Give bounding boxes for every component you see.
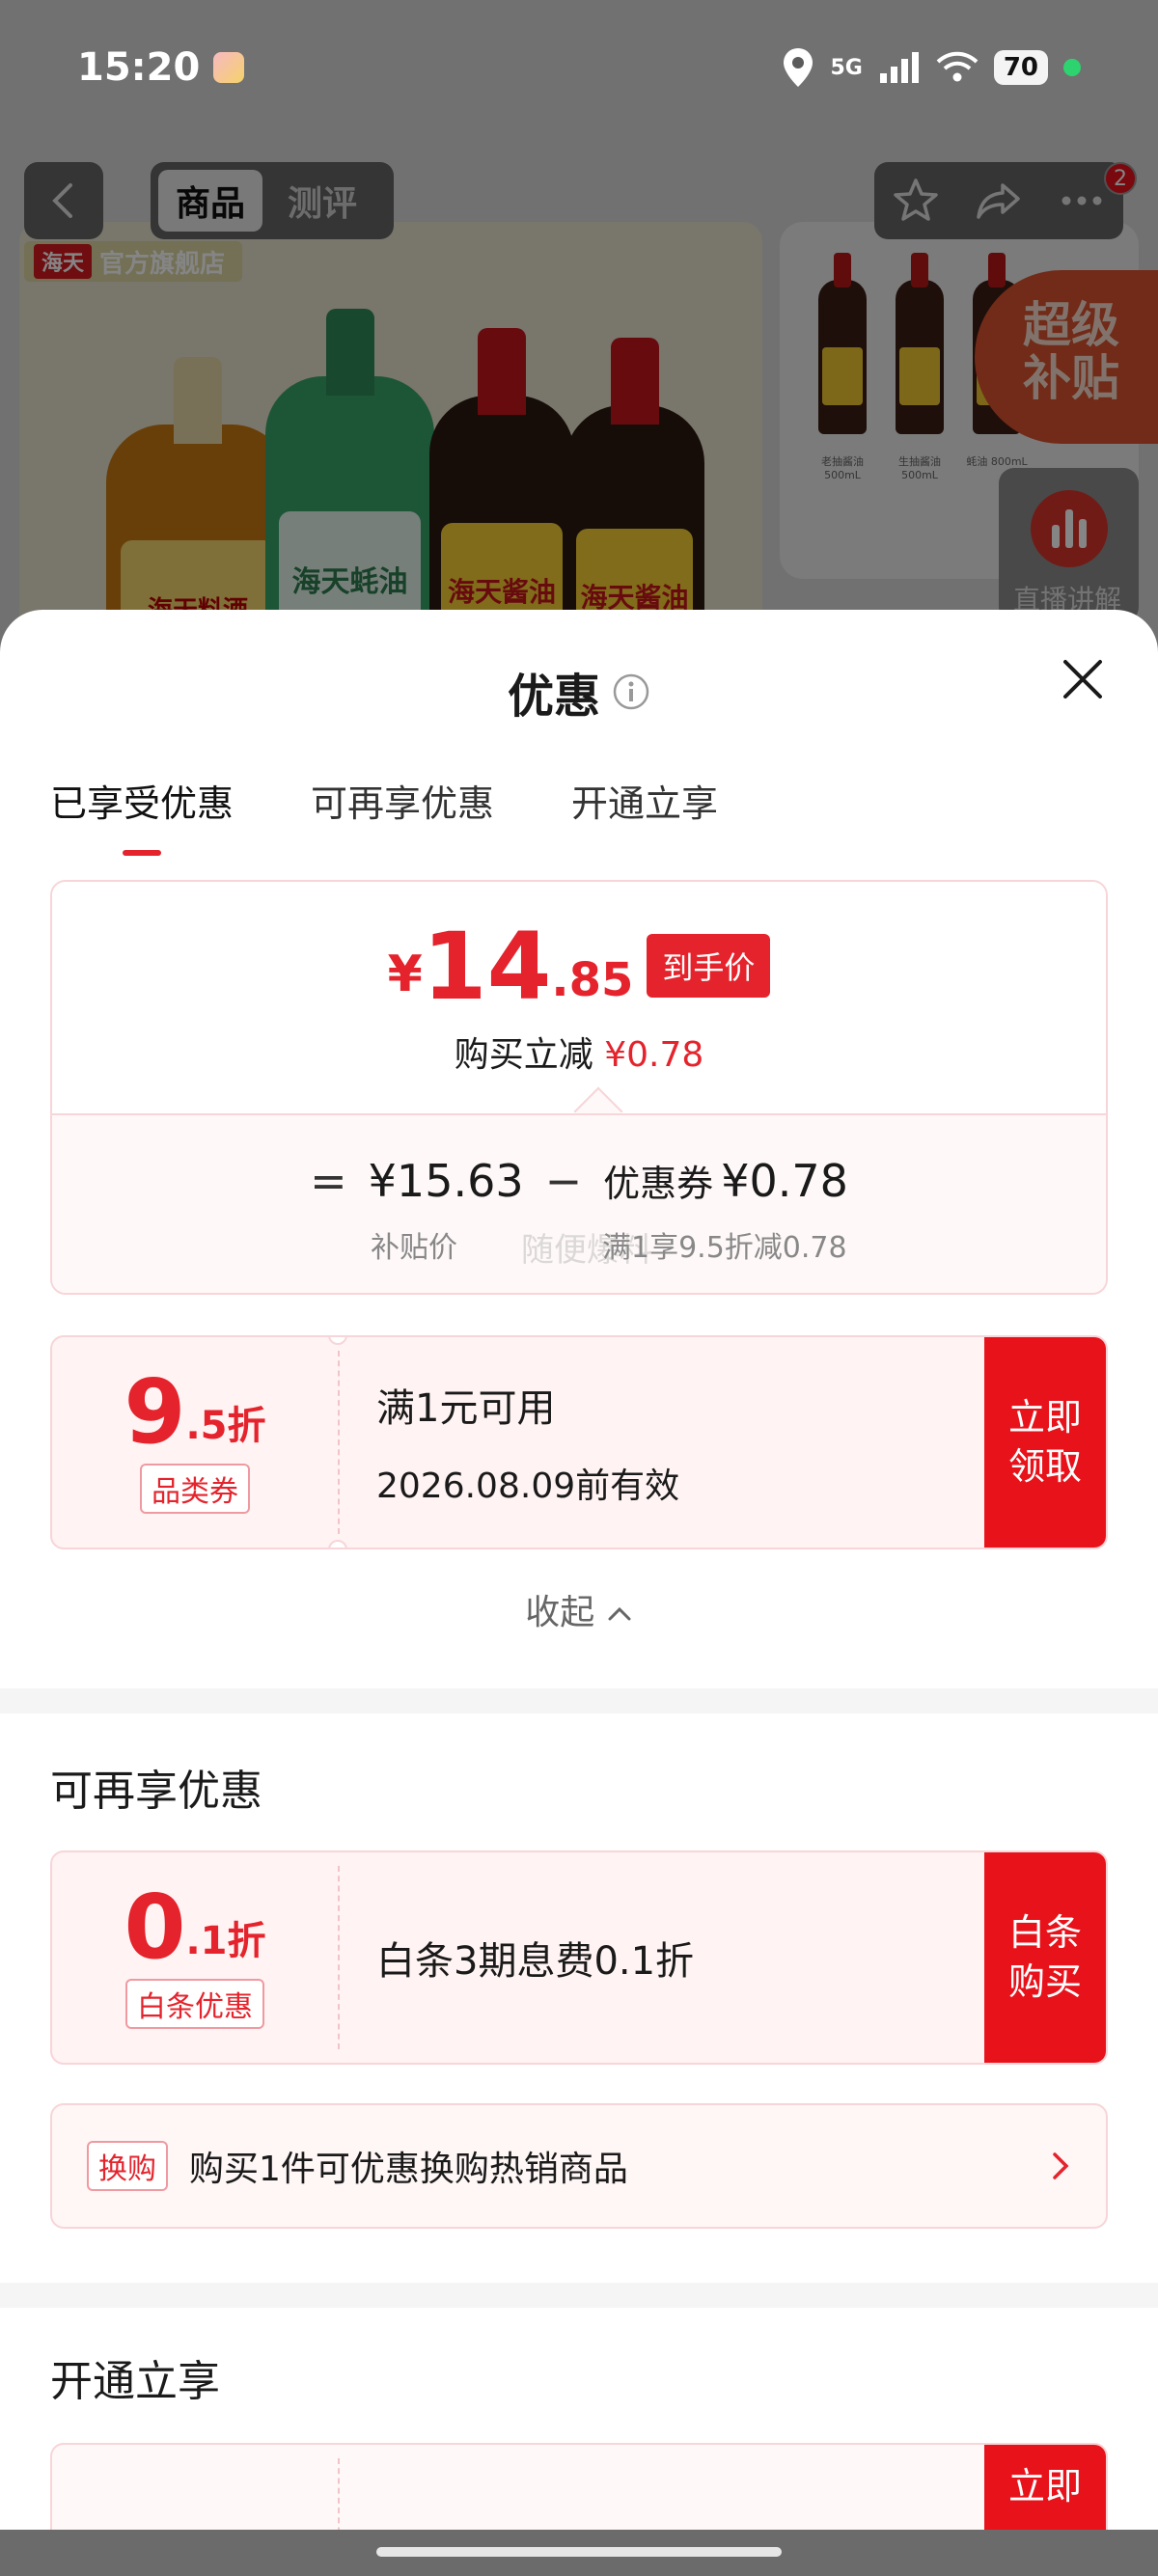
price-formula: = ¥15.63 − 优惠券 ¥0.78 xyxy=(310,1154,848,1207)
app-notification-icon xyxy=(213,52,245,83)
base-price-caption: 补贴价 xyxy=(371,1231,457,1265)
coupon-discount: 9 .5折 xyxy=(124,1360,266,1464)
coupon-type-tag: 白条优惠 xyxy=(125,1979,264,2029)
discount-tabs: 已享受优惠 可再享优惠 开通立享 xyxy=(50,774,718,827)
status-bar: 15:20 5G 70 xyxy=(0,0,1158,135)
tab-more-discounts[interactable]: 可再享优惠 xyxy=(311,774,494,827)
baitiao-buy-button[interactable]: 白条购买 xyxy=(984,1852,1106,2063)
final-price-tag: 到手价 xyxy=(647,934,771,998)
cell-signal-icon xyxy=(879,52,919,83)
status-time: 15:20 xyxy=(77,45,201,90)
discount-sheet: 优惠 已享受优惠 可再享优惠 开通立享 ¥ 14 .85 到手价 购买立减 ¥0… xyxy=(0,610,1158,2530)
chevron-up-icon xyxy=(608,1606,631,1621)
product-page-background: 海天料酒 海天蚝油 海天酱油 海天酱油 海天 官方旗舰店 老抽酱油 500mL … xyxy=(0,0,1158,675)
wifi-icon xyxy=(936,51,979,82)
exchange-offer-row[interactable]: 换购 购买1件可优惠换购热销商品 xyxy=(50,2103,1108,2229)
tab-enjoyed[interactable]: 已享受优惠 xyxy=(50,774,234,827)
claim-coupon-button[interactable]: 立即领取 xyxy=(984,1337,1106,1548)
home-indicator[interactable] xyxy=(376,2547,782,2557)
sheet-title: 优惠 xyxy=(507,670,600,724)
chevron-right-icon xyxy=(1053,2152,1069,2179)
battery-level: 70 xyxy=(993,50,1048,85)
coupon-discount: 0 .1折 xyxy=(124,1876,266,1979)
coupon-caption: 满1享9.5折减0.78 xyxy=(602,1231,847,1265)
collapse-button[interactable]: 收起 xyxy=(0,1584,1158,1634)
coupon-condition: 满1元可用 xyxy=(376,1386,556,1431)
info-icon[interactable] xyxy=(612,672,650,711)
category-coupon: 9 .5折 品类券 满1元可用 2026.08.09前有效 立即领取 xyxy=(50,1335,1108,1549)
location-icon xyxy=(784,48,813,87)
coupon-type-tag: 品类券 xyxy=(140,1464,250,1514)
more-discounts-title: 可再享优惠 xyxy=(50,1767,262,1816)
tab-open-enjoy[interactable]: 开通立享 xyxy=(571,774,718,827)
privacy-indicator-dot xyxy=(1063,59,1081,76)
network-type: 5G xyxy=(830,55,863,80)
section-divider xyxy=(0,2283,1158,2308)
instant-discount: 购买立减 ¥0.78 xyxy=(454,1035,704,1075)
close-icon[interactable] xyxy=(1060,656,1106,702)
exchange-text: 购买1件可优惠换购热销商品 xyxy=(189,2150,628,2189)
coupon-amount: ¥0.78 xyxy=(721,1154,848,1207)
baitiao-coupon: 0 .1折 白条优惠 白条3期息费0.1折 白条购买 xyxy=(50,1850,1108,2065)
coupon-condition: 白条3期息费0.1折 xyxy=(376,1939,695,1984)
open-enjoy-title: 开通立享 xyxy=(50,2357,220,2406)
final-price-card: ¥ 14 .85 到手价 购买立减 ¥0.78 = ¥15.63 − 优惠券 ¥… xyxy=(50,880,1108,1295)
coupon-expiry: 2026.08.09前有效 xyxy=(376,1466,680,1506)
open-membership-button[interactable]: 立即 xyxy=(984,2445,1106,2530)
final-price: ¥ 14 .85 到手价 xyxy=(52,920,1106,1013)
membership-offer-card: 立即 xyxy=(50,2443,1108,2530)
section-divider xyxy=(0,1688,1158,1713)
exchange-tag: 换购 xyxy=(87,2141,168,2191)
base-price: ¥15.63 xyxy=(368,1154,524,1207)
